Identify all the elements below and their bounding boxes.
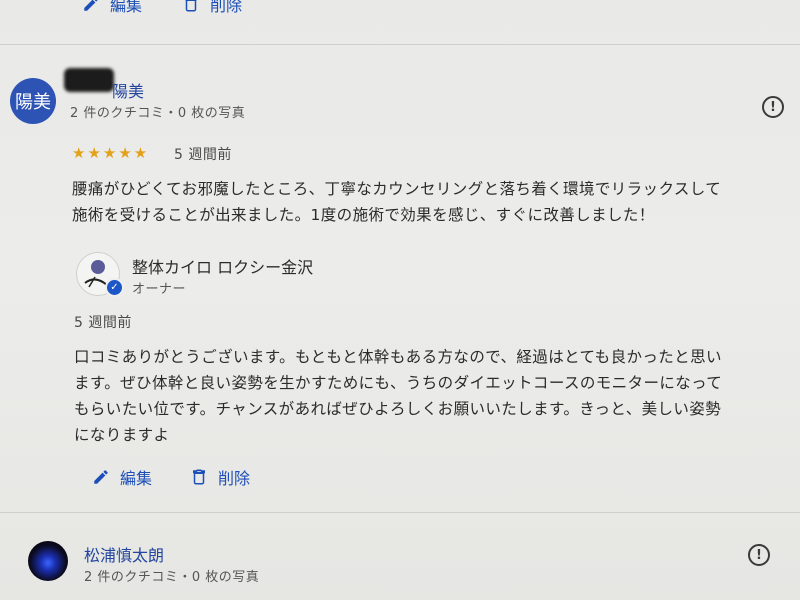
reviewer-stats: 2 件のクチコミ・0 枚の写真 [84,570,260,585]
reply-text-line: になりますよ [74,426,170,444]
reviewer-avatar[interactable] [28,541,68,581]
reply-text-line: ます。ぜひ体幹と良い姿勢を生かすためにも、うちのダイエットコースのモニターになっ… [74,374,723,392]
owner-role: オーナー [132,282,187,297]
reviewer-name[interactable]: 松浦慎太朗 [84,542,164,566]
reviewer-name[interactable]: 陽美 [112,78,144,102]
star-rating: ★★★★★ [72,144,150,162]
reply-date: 5 週間前 [74,315,132,331]
reply-text: 口コミありがとうございます。もともと体幹もある方なので、経過はとても良かったと思… [74,344,794,448]
reply-text-line: もらいたい位です。チャンスがあればぜひよろしくお願いいたします。きっと、美しい姿… [74,400,722,418]
divider [0,44,800,45]
pencil-icon [94,470,108,484]
review-text-line: 施術を受けることが出来ました。1度の施術で効果を感じ、すぐに改善しました！ [72,206,655,224]
reply-delete-label: 削除 [218,469,251,488]
review-date: 5 週間前 [174,147,232,163]
divider [0,512,800,513]
reviewer-avatar[interactable]: 陽美 [10,78,56,124]
reply-delete-button[interactable]: 削除 [190,465,250,489]
redacted-name-block [64,68,114,92]
report-icon[interactable]: ! [762,96,784,118]
report-icon[interactable]: ! [748,544,770,566]
reply-edit-button[interactable]: 編集 [92,465,152,489]
review-text: 腰痛がひどくてお邪魔したところ、丁寧なカウンセリングと落ち着く環境でリラックスし… [72,176,792,228]
top-edit-label: 編集 [110,0,143,15]
trash-icon [185,0,197,12]
owner-name[interactable]: 整体カイロ ロクシー金沢 [132,254,313,278]
top-delete-label: 削除 [210,0,243,15]
review-text-line: 腰痛がひどくてお邪魔したところ、丁寧なカウンセリングと落ち着く環境でリラックスし… [72,180,722,198]
pencil-icon [84,0,98,11]
reply-text-line: 口コミありがとうございます。もともと体幹もある方なので、経過はとても良かったと思… [74,348,722,366]
reviewer-stats: 2 件のクチコミ・0 枚の写真 [70,106,246,121]
reply-edit-label: 編集 [120,469,153,488]
verified-check-icon: ✓ [105,278,124,297]
top-delete-button[interactable]: 削除 [182,0,242,16]
top-edit-button[interactable]: 編集 [82,0,142,16]
trash-icon [193,469,205,485]
avatar-initials: 陽美 [15,92,51,113]
